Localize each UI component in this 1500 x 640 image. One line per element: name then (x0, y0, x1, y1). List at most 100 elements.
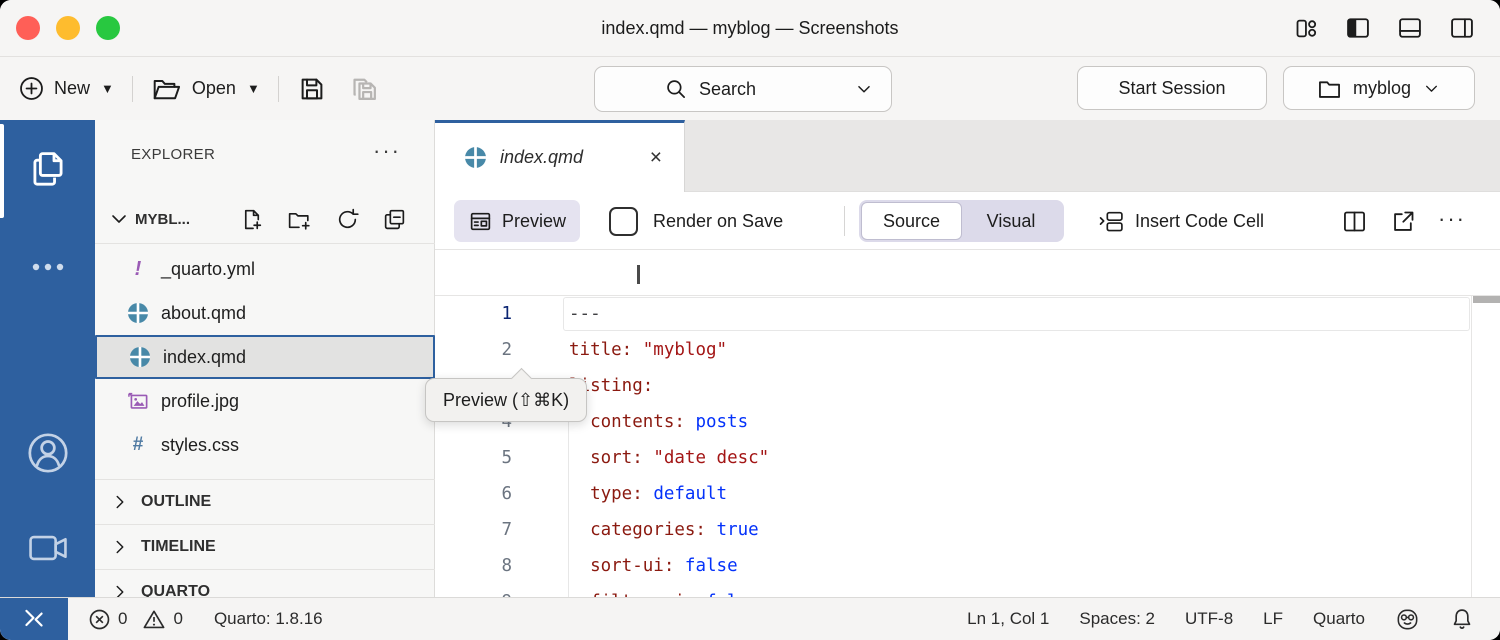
token-plain (674, 556, 685, 576)
token-key: contents: (590, 412, 685, 432)
preview-button[interactable]: Preview (454, 200, 580, 242)
new-file-icon[interactable] (239, 207, 264, 232)
token-value: default (653, 484, 727, 504)
search-input[interactable]: Search (594, 66, 892, 112)
account-icon[interactable] (0, 428, 95, 478)
quarto-version-status[interactable]: Quarto: 1.8.16 (214, 609, 323, 629)
sidebar-section-timeline[interactable]: TIMELINE (95, 524, 435, 569)
code-line-5[interactable]: 5 sort: "date desc" (435, 440, 1500, 476)
token-plain (569, 520, 590, 540)
visual-mode-tab[interactable]: Visual (962, 211, 1060, 232)
insert-code-cell-label: Insert Code Cell (1135, 211, 1264, 232)
bell-icon[interactable] (1450, 607, 1474, 632)
new-folder-icon[interactable] (286, 207, 313, 232)
code-line-2[interactable]: 2title: "myblog" (435, 332, 1500, 368)
tab-label: index.qmd (500, 147, 583, 168)
eol-status[interactable]: LF (1263, 609, 1283, 629)
refresh-icon[interactable] (335, 207, 360, 232)
start-session-label: Start Session (1118, 78, 1225, 99)
workspace-section-header[interactable]: MYBL... (95, 196, 435, 242)
render-on-save-checkbox[interactable] (609, 207, 638, 236)
split-editor-icon[interactable] (1341, 208, 1368, 235)
editor-more-actions-icon[interactable]: ··· (1438, 192, 1466, 250)
tab-index-qmd[interactable]: index.qmd × (435, 120, 685, 192)
source-mode-tab[interactable]: Source (861, 202, 962, 240)
section-label: TIMELINE (141, 538, 216, 556)
window-title: index.qmd — myblog — Screenshots (0, 0, 1500, 56)
title-bar: index.qmd — myblog — Screenshots (0, 0, 1500, 57)
explorer-more-actions-icon[interactable]: ··· (373, 138, 401, 164)
file-row-about.qmd[interactable]: about.qmd (95, 291, 435, 335)
source-mode-label: Source (883, 211, 940, 232)
token-plain (569, 484, 590, 504)
code-editor[interactable]: 1---2title: "myblog"3listing:4 contents:… (435, 296, 1500, 597)
preview-icon (468, 209, 493, 234)
quarto-file-icon (127, 345, 153, 369)
preview-button-label: Preview (502, 211, 566, 232)
sidebar-section-outline[interactable]: OUTLINE (95, 479, 435, 524)
chevron-right-icon (109, 491, 131, 513)
code-line-4[interactable]: 4 contents: posts (435, 404, 1500, 440)
indentation-status[interactable]: Spaces: 2 (1079, 609, 1155, 629)
error-count: 0 (118, 609, 127, 629)
line-number: 6 (435, 484, 512, 504)
line-number: 1 (435, 304, 512, 324)
scrollbar-track[interactable] (1471, 296, 1472, 597)
code-line-3[interactable]: 3listing: (435, 368, 1500, 404)
token-plain (569, 448, 590, 468)
code-line-9[interactable]: 9 filter-ui: false (435, 584, 1500, 597)
yaml-file-icon: ! (125, 258, 151, 281)
toggle-secondary-sidebar-icon[interactable] (1448, 14, 1476, 42)
collapse-all-icon[interactable] (382, 207, 407, 232)
file-row-styles.css[interactable]: #styles.css (95, 423, 435, 467)
start-session-button[interactable]: Start Session (1077, 66, 1267, 110)
customize-layout-icon[interactable] (1292, 14, 1320, 42)
toggle-panel-icon[interactable] (1396, 14, 1424, 42)
explorer-activity-icon[interactable] (0, 146, 95, 194)
remote-indicator[interactable] (0, 598, 68, 640)
open-external-icon[interactable] (1390, 208, 1417, 235)
insert-code-cell-icon (1097, 209, 1127, 234)
code-line-7[interactable]: 7 categories: true (435, 512, 1500, 548)
quarto-file-icon (125, 301, 151, 325)
video-camera-icon[interactable] (0, 528, 95, 568)
file-name: _quarto.yml (161, 259, 255, 280)
code-text: categories: true (512, 520, 759, 540)
token-plain (706, 520, 717, 540)
open-button-label: Open (192, 78, 236, 99)
open-button[interactable]: Open ▼ (151, 75, 260, 103)
toolbar-divider (278, 76, 279, 102)
problems-status[interactable]: 0 0 (88, 608, 183, 631)
cursor-position-status[interactable]: Ln 1, Col 1 (967, 609, 1049, 629)
token-plain (569, 556, 590, 576)
code-line-8[interactable]: 8 sort-ui: false (435, 548, 1500, 584)
feedback-smiley-icon[interactable] (1395, 607, 1420, 632)
toggle-primary-sidebar-icon[interactable] (1344, 14, 1372, 42)
editor-toolbar: Preview Render on Save Source Visual Ins… (435, 192, 1500, 250)
close-tab-icon[interactable]: × (650, 146, 662, 170)
file-row-profile.jpg[interactable]: profile.jpg (95, 379, 435, 423)
file-row-_quarto.yml[interactable]: ! _quarto.yml (95, 247, 435, 291)
new-button[interactable]: New ▼ (18, 75, 114, 102)
editor-group: index.qmd × Preview Render on Save Sourc… (435, 120, 1500, 597)
more-activity-icon[interactable] (0, 252, 95, 282)
encoding-status[interactable]: UTF-8 (1185, 609, 1233, 629)
error-icon (88, 608, 111, 631)
token-plain (632, 340, 643, 360)
save-all-button[interactable] (349, 73, 381, 105)
css-file-icon: # (125, 434, 151, 456)
open-dropdown-caret-icon: ▼ (247, 81, 260, 96)
token-value: false (685, 556, 738, 576)
file-name: about.qmd (161, 303, 246, 324)
code-line-1[interactable]: 1--- (435, 296, 1500, 332)
file-row-index.qmd[interactable]: index.qmd (95, 335, 435, 379)
workspace-switcher[interactable]: myblog (1283, 66, 1475, 110)
new-dropdown-caret-icon: ▼ (101, 81, 114, 96)
save-button[interactable] (297, 74, 327, 104)
insert-code-cell-button[interactable]: Insert Code Cell (1097, 192, 1264, 250)
chevron-right-icon (109, 536, 131, 558)
code-line-6[interactable]: 6 type: default (435, 476, 1500, 512)
language-mode-status[interactable]: Quarto (1313, 609, 1365, 629)
token-value: true (717, 520, 759, 540)
token-key: sort: (590, 448, 643, 468)
